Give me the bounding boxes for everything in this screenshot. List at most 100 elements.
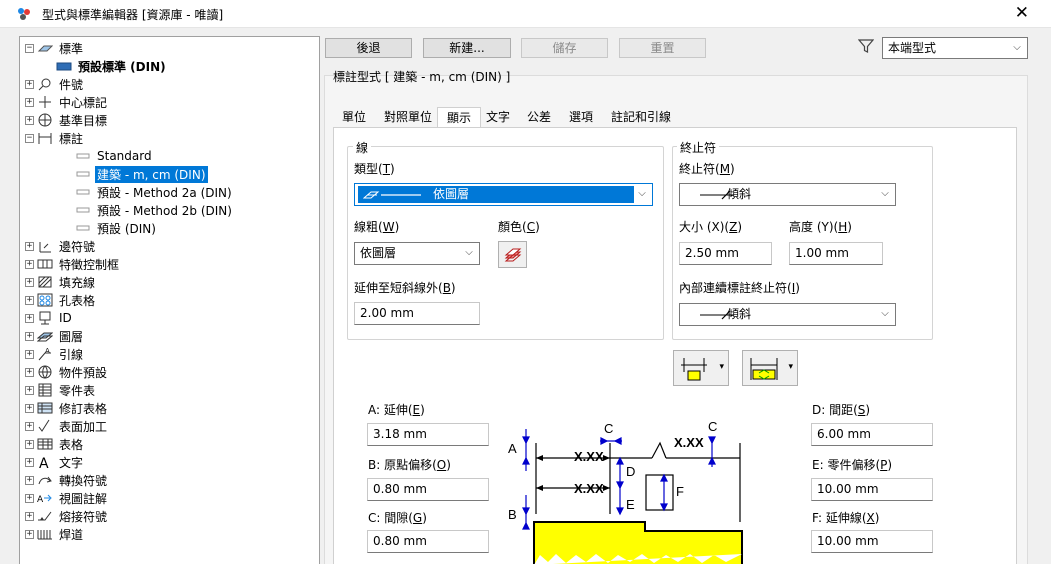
revision-table-icon <box>37 402 53 414</box>
tree-item[interactable]: + 表格 <box>25 435 85 453</box>
dimension-icon <box>38 133 52 144</box>
tree-item[interactable]: + 熔接符號 <box>25 507 109 525</box>
style-tree[interactable]: − 標準預設標準 (DIN) + 件號 + 中心標記 + 基準目標 − 標註 Standard 建築 … <box>19 36 320 564</box>
tab-text[interactable]: 文字 <box>482 107 514 128</box>
diagram-letter-d: D <box>626 464 635 479</box>
tree-item[interactable]: + 基準目標 <box>25 111 109 129</box>
tree-item[interactable]: + ID <box>25 309 74 327</box>
tree-item[interactable]: + 零件表 <box>25 381 97 399</box>
tab-options[interactable]: 選項 <box>565 107 597 128</box>
tree-item[interactable]: Standard <box>63 147 154 165</box>
new-button[interactable]: 新建... <box>423 38 511 58</box>
expand-icon[interactable]: + <box>25 295 34 305</box>
expand-icon[interactable]: + <box>25 241 34 251</box>
tree-item[interactable]: + A 引線 <box>25 345 85 363</box>
save-button[interactable]: 儲存 <box>521 38 608 58</box>
convert-symbol-icon <box>38 476 52 485</box>
close-icon[interactable]: ✕ <box>1015 3 1029 23</box>
collapse-icon[interactable]: − <box>25 133 34 143</box>
extension-a-field[interactable]: 3.18 mm <box>367 423 489 446</box>
color-button[interactable] <box>498 241 527 268</box>
tree-item[interactable]: + 中心標記 <box>25 93 109 111</box>
expand-icon[interactable]: + <box>25 529 34 539</box>
tree-item[interactable]: + 圖層 <box>25 327 85 345</box>
tree-item[interactable]: + 表面加工 <box>25 417 109 435</box>
tab-tolerance[interactable]: 公差 <box>523 107 555 128</box>
window-title: 型式與標準編輯器 [資源庫 - 唯讀] <box>42 8 224 22</box>
gap-c-field[interactable]: 0.80 mm <box>367 530 489 553</box>
diagram-dim-text-1: X.XX <box>574 449 604 464</box>
expand-icon[interactable]: + <box>25 349 34 359</box>
size-x-field[interactable]: 2.50 mm <box>679 242 772 265</box>
inner-terminator-select[interactable]: 傾斜 ⌵ <box>679 303 896 326</box>
tree-item-label: 引線 <box>59 347 84 362</box>
expand-icon[interactable]: + <box>25 367 34 377</box>
extend-past-field[interactable]: 2.00 mm <box>354 302 480 325</box>
terminator-select[interactable]: 傾斜 ⌵ <box>679 183 896 206</box>
diagram-letter-c-left: C <box>604 421 613 436</box>
title-bar: 型式與標準編輯器 [資源庫 - 唯讀] ✕ <box>0 0 1051 28</box>
tab-alternate-units[interactable]: 對照單位 <box>380 107 436 128</box>
tree-item[interactable]: 建築 - m, cm (DIN) <box>63 165 208 183</box>
app-icon <box>18 8 30 20</box>
tree-item[interactable]: + A 文字 <box>25 453 85 471</box>
origin-offset-b-field[interactable]: 0.80 mm <box>367 478 489 501</box>
tree-item[interactable]: 預設 (DIN) <box>63 219 158 237</box>
spacing-d-label: D: 間距(S) <box>812 403 871 417</box>
tree-item[interactable]: + 孔表格 <box>25 291 97 309</box>
extension-line-f-field[interactable]: 10.00 mm <box>811 530 933 553</box>
expand-icon[interactable]: + <box>25 457 34 467</box>
expand-icon[interactable]: + <box>25 385 34 395</box>
line-type-select[interactable]: 依圖層 ⌵ <box>354 183 653 206</box>
diagram-letter-c-right: C <box>708 419 717 434</box>
tree-item[interactable]: + A 視圖註解 <box>25 489 109 507</box>
line-weight-select[interactable]: 依圖層 ⌵ <box>354 242 480 265</box>
tab-notes-leaders[interactable]: 註記和引線 <box>607 107 675 128</box>
extension-line-placement-button[interactable]: ▾ <box>673 350 729 386</box>
style-filter-select[interactable]: 本端型式 ⌵ <box>882 37 1028 59</box>
tree-item-label: 件號 <box>59 77 84 92</box>
tree-item[interactable]: + 物件預設 <box>25 363 109 381</box>
leader-icon: A <box>38 347 51 361</box>
expand-icon[interactable]: + <box>25 97 34 107</box>
expand-icon[interactable]: + <box>25 403 34 413</box>
diagram-letter-e: E <box>626 497 635 512</box>
tree-item[interactable]: 預設 - Method 2b (DIN) <box>63 201 234 219</box>
tree-item[interactable]: + 填充線 <box>25 273 97 291</box>
dimension-line-placement-button[interactable]: ▾ <box>742 350 798 386</box>
tree-item[interactable]: + 邊符號 <box>25 237 97 255</box>
back-button[interactable]: 後退 <box>325 38 412 58</box>
expand-icon[interactable]: + <box>25 511 34 521</box>
tree-item[interactable]: + 轉換符號 <box>25 471 109 489</box>
tree-item[interactable]: + 特徵控制框 <box>25 255 121 273</box>
expand-icon[interactable]: + <box>25 313 34 323</box>
collapse-icon[interactable]: − <box>25 43 34 53</box>
expand-icon[interactable]: + <box>25 421 34 431</box>
part-offset-e-field[interactable]: 10.00 mm <box>811 478 933 501</box>
tab-display[interactable]: 顯示 <box>437 107 481 129</box>
expand-icon[interactable]: + <box>25 79 34 89</box>
center-mark-icon <box>39 96 51 108</box>
expand-icon[interactable]: + <box>25 439 34 449</box>
height-y-field[interactable]: 1.00 mm <box>789 242 883 265</box>
expand-icon[interactable]: + <box>25 277 34 287</box>
svg-text:A: A <box>37 495 44 505</box>
tree-item[interactable]: + 修訂表格 <box>25 399 109 417</box>
tree-item[interactable]: − 標準 <box>25 39 85 57</box>
expand-icon[interactable]: + <box>25 493 34 503</box>
tree-item[interactable]: − 標註 <box>25 129 85 147</box>
tab-units[interactable]: 單位 <box>337 107 371 128</box>
expand-icon[interactable]: + <box>25 259 34 269</box>
tree-item[interactable]: 預設標準 (DIN) <box>44 57 168 75</box>
tree-item-label: 修訂表格 <box>59 401 108 416</box>
tree-item[interactable]: + 件號 <box>25 75 85 93</box>
tree-item[interactable]: 預設 - Method 2a (DIN) <box>63 183 234 201</box>
reset-button[interactable]: 重置 <box>619 38 706 58</box>
expand-icon[interactable]: + <box>25 115 34 125</box>
layers-icon <box>37 332 53 342</box>
expand-icon[interactable]: + <box>25 331 34 341</box>
expand-icon[interactable]: + <box>25 475 34 485</box>
spacing-d-field[interactable]: 6.00 mm <box>811 423 933 446</box>
tree-item[interactable]: + 焊道 <box>25 525 85 543</box>
tree-item-label: 預設標準 (DIN) <box>78 59 166 74</box>
